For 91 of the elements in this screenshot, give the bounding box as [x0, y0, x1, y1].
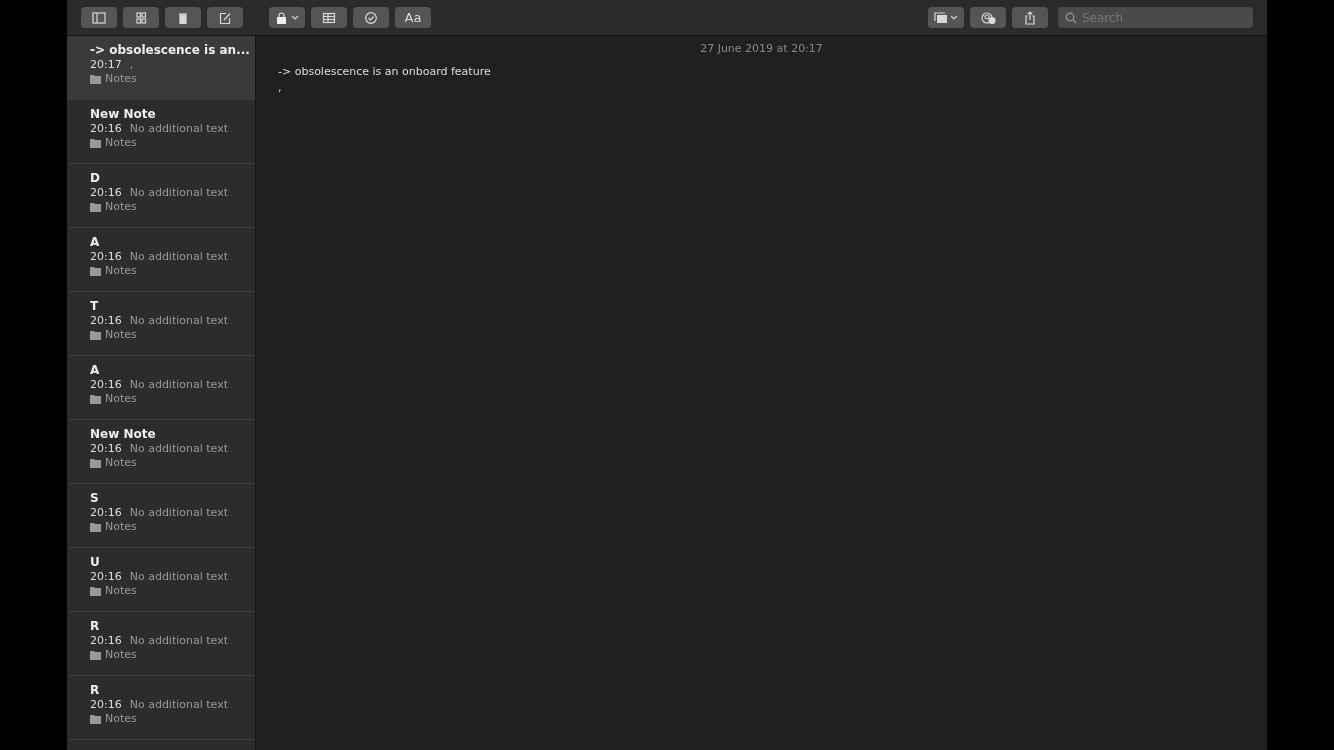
folder-label: Notes [105, 584, 137, 597]
note-list-item[interactable]: U 20:16 No additional text Notes [67, 548, 255, 612]
note-title: S [90, 491, 100, 505]
note-list-item[interactable]: New Note 20:16 No additional text Notes [67, 100, 255, 164]
note-title: A [90, 363, 101, 377]
folder-icon [90, 649, 101, 660]
note-preview: No additional text [129, 250, 228, 263]
note-preview: No additional text [129, 122, 228, 135]
note-date: 27 June 2019 at 20:17 [699, 42, 824, 55]
note-time: 20:16 [90, 378, 122, 391]
caret-icon [292, 15, 299, 20]
folder-icon [90, 73, 101, 84]
collaborate-button[interactable] [970, 7, 1006, 28]
note-time: 20:16 [90, 698, 122, 711]
folder-icon [90, 137, 101, 148]
note-preview: No additional text [129, 186, 228, 199]
note-time: 20:16 [90, 250, 122, 263]
search-icon [1065, 12, 1077, 24]
compose-button[interactable] [207, 7, 243, 28]
grid-icon [134, 11, 148, 24]
note-preview: No additional text [129, 506, 228, 519]
folder-icon [90, 329, 101, 340]
share-icon [1023, 10, 1037, 25]
note-text: , [278, 81, 282, 94]
compose-icon [218, 11, 232, 24]
note-title: T [90, 299, 100, 313]
checkmark-circle-icon [364, 11, 378, 24]
note-time: 20:16 [90, 314, 122, 327]
folder-icon [90, 585, 101, 596]
note-list-item[interactable]: New Note 20:16 No additional text Notes [67, 420, 255, 484]
folder-icon [90, 521, 101, 532]
note-list-item[interactable]: S 20:16 No additional text Notes [67, 484, 255, 548]
note-time: 20:16 [90, 634, 122, 647]
note-preview: No additional text [129, 570, 228, 583]
note-title: U [90, 555, 101, 569]
note-text: -> obsolescence is an onboard feature [278, 65, 491, 78]
note-title: -> obsolescence is an... [90, 43, 247, 57]
note-preview: , [129, 58, 134, 71]
folder-icon [90, 457, 101, 468]
media-button[interactable] [928, 7, 964, 28]
note-preview: No additional text [129, 634, 228, 647]
note-time: 20:17 [90, 58, 122, 71]
folder-icon [90, 713, 101, 724]
photo-icon [934, 11, 948, 24]
gallery-view-button[interactable] [123, 7, 159, 28]
format-button[interactable]: Aa [395, 7, 431, 28]
note-preview: No additional text [129, 698, 228, 711]
note-preview: No additional text [129, 314, 228, 327]
folder-label: Notes [105, 136, 137, 149]
lock-button[interactable] [269, 7, 305, 28]
folder-label: Notes [105, 72, 137, 85]
folder-label: Notes [105, 648, 137, 661]
folder-label: Notes [105, 392, 137, 405]
note-list-item[interactable]: R 20:16 No additional text Notes [67, 676, 255, 740]
folder-icon [90, 265, 101, 276]
delete-button[interactable] [165, 7, 201, 28]
table-button[interactable] [311, 7, 347, 28]
note-title: D [90, 171, 101, 185]
folder-label: Notes [105, 456, 137, 469]
lock-icon [275, 11, 289, 24]
note-time: 20:16 [90, 570, 122, 583]
note-preview: No additional text [129, 442, 228, 455]
note-title: A [90, 235, 101, 249]
note-time: 20:16 [90, 186, 122, 199]
caret-icon [951, 15, 958, 20]
note-title: R [90, 619, 101, 633]
note-preview: No additional text [129, 378, 228, 391]
folder-label: Notes [105, 328, 137, 341]
folder-label: Notes [105, 200, 137, 213]
note-list-item[interactable]: A 20:16 No additional text Notes [67, 356, 255, 420]
share-button[interactable] [1012, 7, 1048, 28]
note-list-item[interactable]: D 20:16 No additional text Notes [67, 164, 255, 228]
note-title: New Note [90, 107, 157, 121]
checklist-button[interactable] [353, 7, 389, 28]
folder-icon [90, 393, 101, 404]
folder-icon [90, 201, 101, 212]
table-icon [322, 11, 336, 24]
folder-label: Notes [105, 520, 137, 533]
note-list-item[interactable]: T 20:16 No additional text Notes [67, 292, 255, 356]
folder-label: Notes [105, 264, 137, 277]
sidebar-toggle-button[interactable] [81, 7, 117, 28]
note-title: R [90, 683, 101, 697]
folder-label: Notes [105, 712, 137, 725]
note-time: 20:16 [90, 122, 122, 135]
note-list-item[interactable]: A 20:16 No additional text Notes [67, 228, 255, 292]
note-title: New Note [90, 427, 157, 441]
note-list-item[interactable]: R 20:16 No additional text Notes [67, 612, 255, 676]
note-time: 20:16 [90, 506, 122, 519]
sidebar-icon [92, 11, 106, 24]
note-list-item[interactable]: -> obsolescence is an... 20:17 , Notes [67, 36, 255, 100]
note-time: 20:16 [90, 442, 122, 455]
